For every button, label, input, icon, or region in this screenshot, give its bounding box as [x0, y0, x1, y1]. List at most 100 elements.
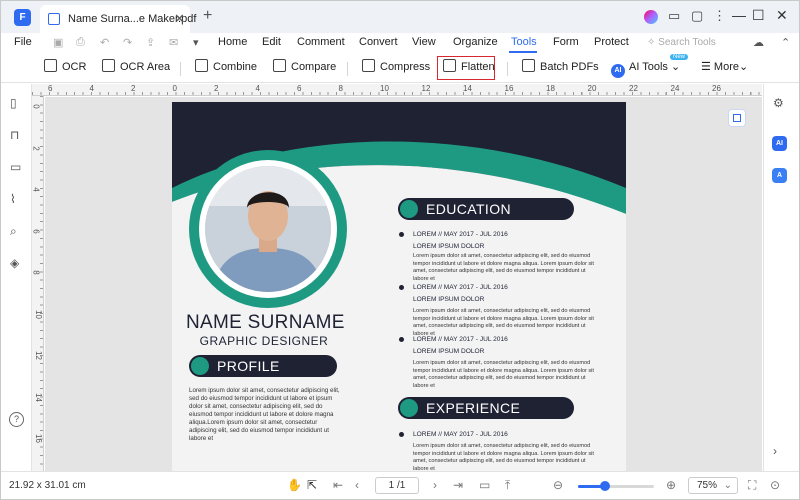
collapse-ribbon-icon[interactable]: ⌃ — [781, 36, 790, 49]
ruler-label: 6 — [297, 84, 302, 93]
menu-edit[interactable]: Edit — [262, 36, 281, 48]
menu-lines-icon: ☰ — [701, 61, 714, 73]
menu-convert[interactable]: Convert — [359, 36, 398, 48]
hand-tool-icon[interactable]: ✋ — [287, 478, 302, 492]
menu-form[interactable]: Form — [553, 36, 579, 48]
share-icon[interactable]: ⇪ — [146, 36, 155, 49]
more-options-icon[interactable]: ⋮ — [713, 8, 726, 24]
ruler-label: 6 — [48, 84, 53, 93]
maximize-button[interactable]: ☐ — [752, 7, 765, 24]
ai-assistant-icon[interactable]: AI — [772, 136, 787, 151]
document-canvas[interactable]: NAME SURNAME GRAPHIC DESIGNER PROFILE Lo… — [45, 97, 762, 471]
ruler-label: 2 — [31, 145, 41, 151]
ai-icon: AI — [611, 64, 625, 78]
cloud-upload-icon[interactable]: ☁ — [753, 36, 764, 49]
translate-icon[interactable]: A — [772, 168, 787, 183]
search-tools-field[interactable]: ✧ Search Tools — [647, 37, 716, 48]
previous-page-icon[interactable]: ‹ — [355, 478, 359, 492]
batch-pdfs-button[interactable]: Batch PDFs — [522, 59, 599, 79]
zoom-slider[interactable] — [578, 481, 654, 491]
ruler-label: 2 — [131, 84, 136, 93]
first-page-icon[interactable]: ⇤ — [333, 478, 343, 492]
expand-panel-icon[interactable]: › — [773, 444, 777, 458]
menu-home[interactable]: Home — [218, 36, 247, 48]
zoom-slider-handle[interactable] — [599, 481, 610, 491]
compare-icon — [273, 59, 286, 72]
timeline-bullet — [399, 432, 404, 437]
tools-ribbon: OCR OCR Area Combine Compare Compress Fl… — [1, 53, 799, 83]
close-window-button[interactable]: ✕ — [776, 7, 788, 24]
search-icon[interactable]: ⌕ — [10, 224, 17, 239]
compare-button[interactable]: Compare — [273, 59, 336, 79]
close-tab-icon[interactable]: ✕ — [174, 11, 185, 27]
page-dimensions: 21.92 x 31.01 cm — [9, 480, 86, 491]
bookmark-icon[interactable]: ⊓ — [10, 128, 19, 142]
next-page-icon[interactable]: › — [433, 478, 437, 492]
ruler-label: 8 — [31, 270, 41, 275]
right-sidebar: ⚙ AI A › — [763, 84, 799, 471]
combine-button[interactable]: Combine — [195, 59, 257, 79]
thumbnails-icon[interactable]: ▯ — [10, 96, 17, 110]
app-logo-icon[interactable]: F — [14, 9, 31, 26]
menu-protect[interactable]: Protect — [594, 36, 629, 48]
comment-icon[interactable]: ▭ — [10, 160, 21, 174]
select-tool-icon[interactable]: ⇱ — [307, 478, 317, 492]
compress-button[interactable]: Compress — [362, 59, 430, 79]
app-window: F Name Surna...e Maker.pdf ✕ + ▭ ▢ ⋮ — ☐… — [0, 0, 800, 500]
ruler-label: 10 — [33, 309, 43, 319]
fit-width-icon[interactable]: ▭ — [479, 478, 490, 492]
ocr-area-button[interactable]: OCR Area — [102, 59, 170, 79]
attachment-icon[interactable]: ⌇ — [10, 192, 16, 206]
briefcase-icon — [400, 399, 418, 417]
ruler-label: 6 — [31, 228, 41, 234]
fit-page-button[interactable] — [728, 109, 746, 127]
zoom-level-select[interactable]: 75% ⌄ — [688, 477, 738, 494]
menu-comment[interactable]: Comment — [297, 36, 345, 48]
profile-photo — [205, 166, 331, 292]
ocr-button[interactable]: OCR — [44, 59, 86, 79]
search-tools-icon: ✧ — [647, 37, 659, 48]
ai-tools-button[interactable]: AI AI Tools ⌄ — [611, 59, 680, 79]
batch-pdfs-icon — [522, 59, 535, 72]
ruler-label: 22 — [629, 84, 638, 93]
redo-icon[interactable]: ↷ — [123, 36, 132, 49]
layers-icon[interactable]: ◈ — [10, 256, 19, 270]
notification-icon[interactable]: ▢ — [691, 8, 703, 24]
ruler-label: 16 — [504, 84, 514, 93]
quick-access-dropdown-icon[interactable]: ▾ — [193, 36, 199, 49]
more-tools-button[interactable]: ☰ More⌄ — [701, 59, 748, 79]
ruler-label: 0 — [172, 84, 177, 93]
ocr-icon — [44, 59, 57, 72]
zoom-out-icon[interactable]: ⊖ — [553, 478, 563, 492]
last-page-icon[interactable]: ⇥ — [453, 478, 463, 492]
menu-file[interactable]: File — [14, 36, 32, 48]
horizontal-ruler: 6 4 2 0 2 4 6 8 10 12 14 16 18 20 22 24 26 — [32, 84, 762, 96]
menu-organize[interactable]: Organize — [453, 36, 498, 48]
ruler-label: 10 — [380, 84, 389, 93]
page-number-input[interactable]: 1 /1 — [375, 477, 419, 494]
ruler-label: 14 — [33, 392, 43, 402]
ruler-label: 0 — [31, 104, 41, 109]
flatten-highlight — [437, 56, 495, 80]
print-icon[interactable]: ⎙ — [76, 36, 85, 49]
feedback-icon[interactable]: ▭ — [668, 8, 680, 24]
menu-tools[interactable]: Tools — [511, 36, 537, 48]
ruler-label: 12 — [33, 351, 43, 360]
help-icon[interactable]: ? — [9, 412, 24, 427]
new-badge: New — [670, 54, 689, 60]
account-avatar[interactable] — [644, 10, 658, 24]
menu-view[interactable]: View — [412, 36, 436, 48]
email-icon[interactable]: ✉ — [169, 36, 178, 49]
ruler-label: 4 — [255, 84, 260, 93]
minimize-button[interactable]: — — [732, 7, 746, 23]
save-icon[interactable]: ▣ — [53, 36, 63, 49]
education-date: LOREM // MAY 2017 - JUL 2016 — [413, 284, 508, 291]
new-tab-button[interactable]: + — [203, 7, 212, 25]
reading-mode-icon[interactable]: ⊙ — [770, 478, 780, 492]
fullscreen-icon[interactable]: ⛶ — [748, 478, 756, 493]
zoom-in-icon[interactable]: ⊕ — [666, 478, 676, 492]
undo-icon[interactable]: ↶ — [100, 36, 109, 49]
properties-icon[interactable]: ⚙ — [773, 96, 784, 110]
rotate-icon[interactable]: ⤒ — [505, 478, 510, 493]
document-tab[interactable]: Name Surna...e Maker.pdf ✕ — [40, 5, 196, 33]
